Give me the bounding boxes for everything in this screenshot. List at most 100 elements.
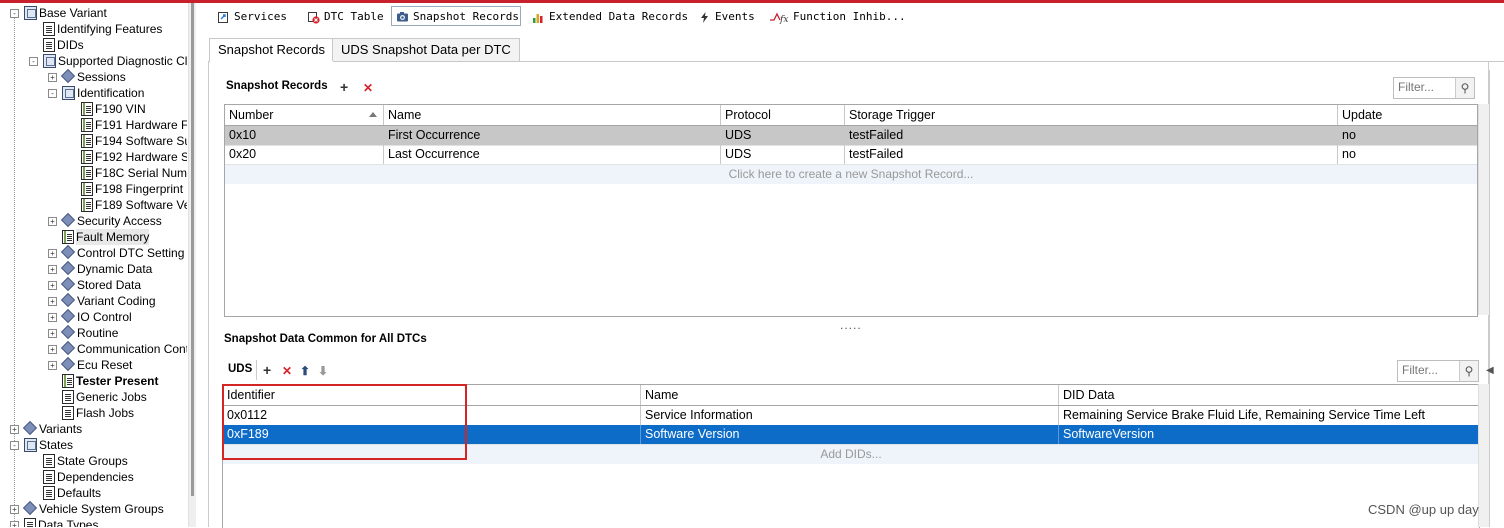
- cell-storage-trigger[interactable]: testFailed: [845, 145, 1338, 164]
- expand-icon[interactable]: +: [48, 217, 57, 226]
- column-header-storage-trigger[interactable]: Storage Trigger: [845, 105, 1338, 125]
- tree-item[interactable]: Defaults: [43, 485, 101, 501]
- tree-item[interactable]: + IO Control: [48, 309, 132, 325]
- cell-update[interactable]: no: [1338, 145, 1477, 164]
- expand-icon[interactable]: +: [48, 345, 57, 354]
- tab-services[interactable]: Services: [217, 6, 287, 28]
- tree-item[interactable]: - Supported Diagnostic Clas: [29, 53, 187, 69]
- tree-item[interactable]: State Groups: [43, 453, 128, 469]
- table-row[interactable]: 0x10 First Occurrence UDS testFailed no: [225, 126, 1477, 146]
- collapse-icon[interactable]: -: [48, 89, 57, 98]
- cell-storage-trigger[interactable]: testFailed: [845, 126, 1338, 145]
- tab-dtc-table[interactable]: DTC Table: [307, 6, 384, 28]
- tree-item[interactable]: - States: [10, 437, 73, 453]
- snapshot-records-grid[interactable]: Number Name Protocol Storage Trigger Upd…: [224, 104, 1478, 317]
- cell-did-data[interactable]: Remaining Service Brake Fluid Life, Rema…: [1059, 406, 1479, 425]
- tree-item[interactable]: + Routine: [48, 325, 118, 341]
- cell-protocol[interactable]: UDS: [721, 126, 845, 145]
- collapse-icon[interactable]: -: [10, 441, 19, 450]
- move-up-button[interactable]: ⬆: [300, 364, 310, 378]
- cell-name[interactable]: Service Information: [641, 406, 1059, 425]
- tree-item[interactable]: Fault Memory: [62, 229, 150, 245]
- tree-item[interactable]: - Base Variant: [10, 5, 107, 21]
- tree-item[interactable]: + Ecu Reset: [48, 357, 132, 373]
- column-header-number[interactable]: Number: [225, 105, 384, 125]
- tab-events[interactable]: Events: [698, 6, 755, 28]
- column-header-update[interactable]: Update: [1338, 105, 1477, 125]
- snapshot-records-filter-input[interactable]: [1394, 78, 1462, 96]
- tree-item[interactable]: + Sessions: [48, 69, 126, 85]
- expand-icon[interactable]: +: [48, 329, 57, 338]
- common-dids-scrollbar[interactable]: [1478, 384, 1489, 527]
- column-header-did-data[interactable]: DID Data: [1059, 385, 1479, 405]
- tree-item[interactable]: + Data Types: [10, 517, 98, 527]
- create-snapshot-record-row[interactable]: Click here to create a new Snapshot Reco…: [225, 165, 1477, 184]
- tab-function-inhibit[interactable]: fx Function Inhib...: [769, 6, 906, 28]
- tree-item[interactable]: Tester Present: [62, 373, 158, 389]
- search-icon[interactable]: ⚲: [1459, 361, 1478, 381]
- expand-icon[interactable]: +: [10, 425, 19, 434]
- tree-item[interactable]: F194 Software Su: [81, 133, 187, 149]
- snapshot-records-scrollbar[interactable]: [1478, 104, 1489, 315]
- tree-item[interactable]: Dependencies: [43, 469, 134, 485]
- cell-protocol[interactable]: UDS: [721, 145, 845, 164]
- tree-splitter[interactable]: [188, 3, 196, 527]
- navigation-tree[interactable]: - Base Variant Identifying Features DIDs - Su…: [0, 3, 187, 527]
- expand-icon[interactable]: +: [48, 361, 57, 370]
- expand-icon[interactable]: +: [48, 313, 57, 322]
- chevron-left-icon[interactable]: ◀: [1486, 365, 1494, 376]
- expand-icon[interactable]: +: [48, 73, 57, 82]
- tree-item[interactable]: + Variant Coding: [48, 293, 156, 309]
- tab-extended-data-records[interactable]: Extended Data Records: [532, 6, 688, 28]
- table-row[interactable]: 0x20 Last Occurrence UDS testFailed no: [225, 145, 1477, 165]
- common-dids-filter-input[interactable]: [1398, 361, 1466, 379]
- tree-item[interactable]: F198 Fingerprint: [81, 181, 183, 197]
- expand-icon[interactable]: +: [48, 249, 57, 258]
- tree-item[interactable]: + Control DTC Setting: [48, 245, 184, 261]
- search-icon[interactable]: ⚲: [1455, 78, 1474, 98]
- cell-number[interactable]: 0x10: [225, 126, 384, 145]
- delete-snapshot-record-button[interactable]: ✕: [363, 81, 373, 95]
- add-snapshot-record-button[interactable]: +: [340, 80, 348, 94]
- snapshot-records-filter[interactable]: ⚲: [1393, 77, 1475, 99]
- cell-number[interactable]: 0x20: [225, 145, 384, 164]
- column-header-name[interactable]: Name: [641, 385, 1059, 405]
- tree-item[interactable]: Flash Jobs: [62, 405, 134, 421]
- collapse-icon[interactable]: -: [29, 57, 38, 66]
- tree-item[interactable]: + Vehicle System Groups: [10, 501, 164, 517]
- section-splitter-handle[interactable]: .....: [840, 318, 862, 332]
- tab-snapshot-records[interactable]: Snapshot Records: [391, 6, 521, 26]
- subtab-uds-snapshot-data-per-dtc[interactable]: UDS Snapshot Data per DTC: [332, 38, 520, 61]
- tree-item[interactable]: Generic Jobs: [62, 389, 147, 405]
- tree-item[interactable]: + Variants: [10, 421, 82, 437]
- tree-item[interactable]: + Communication Contro: [48, 341, 187, 357]
- expand-icon[interactable]: +: [48, 265, 57, 274]
- expand-icon[interactable]: +: [48, 281, 57, 290]
- common-dids-filter[interactable]: ⚲: [1397, 360, 1479, 382]
- tree-item[interactable]: Identifying Features: [43, 21, 162, 37]
- column-header-protocol[interactable]: Protocol: [721, 105, 845, 125]
- cell-name[interactable]: Software Version: [641, 425, 1059, 444]
- expand-icon[interactable]: +: [10, 521, 19, 527]
- tree-item[interactable]: F18C Serial Numl: [81, 165, 187, 181]
- cell-did-data[interactable]: SoftwareVersion: [1059, 425, 1479, 444]
- tree-item[interactable]: DIDs: [43, 37, 84, 53]
- tree-item[interactable]: F190 VIN: [81, 101, 146, 117]
- tree-item[interactable]: F189 Software Ve: [81, 197, 187, 213]
- cell-name[interactable]: Last Occurrence: [384, 145, 721, 164]
- tree-item[interactable]: + Dynamic Data: [48, 261, 152, 277]
- tree-item[interactable]: - Identification: [48, 85, 144, 101]
- tree-item[interactable]: + Security Access: [48, 213, 162, 229]
- expand-icon[interactable]: +: [10, 505, 19, 514]
- tree-scrollbar[interactable]: [191, 3, 194, 496]
- cell-update[interactable]: no: [1338, 126, 1477, 145]
- move-down-button[interactable]: ⬇: [318, 364, 328, 378]
- tree-item[interactable]: F192 Hardware S: [81, 149, 187, 165]
- expand-icon[interactable]: +: [48, 297, 57, 306]
- delete-did-button[interactable]: ✕: [282, 364, 292, 378]
- collapse-icon[interactable]: -: [10, 9, 19, 18]
- subtab-snapshot-records[interactable]: Snapshot Records: [209, 38, 334, 62]
- add-did-button[interactable]: +: [263, 363, 271, 377]
- tree-item[interactable]: F191 Hardware F: [81, 117, 187, 133]
- tree-item[interactable]: + Stored Data: [48, 277, 141, 293]
